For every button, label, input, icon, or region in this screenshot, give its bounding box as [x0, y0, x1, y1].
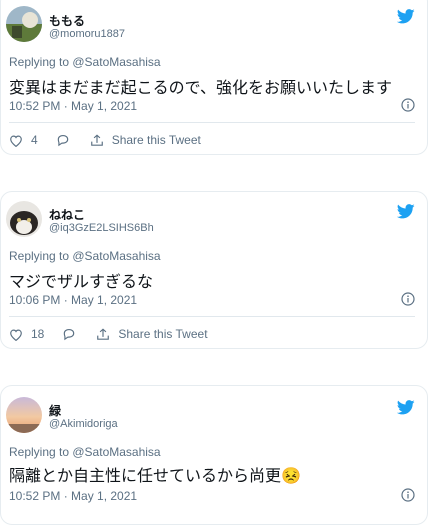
reply-button[interactable]	[56, 134, 70, 147]
divider	[9, 122, 415, 123]
user-handle[interactable]: @iq3GzE2LSIHS6Bh	[49, 222, 154, 234]
share-button[interactable]: Share this Tweet	[96, 327, 208, 341]
share-icon	[97, 327, 110, 340]
reply-icon	[64, 328, 75, 340]
reply-icon	[57, 134, 68, 146]
like-button[interactable]: 4	[9, 133, 38, 147]
replying-to: Replying to @SatoMasahisa	[9, 445, 161, 459]
tweet-card[interactable]: 緑 @Akimidoriga Replying to @SatoMasahisa…	[0, 385, 428, 525]
tweet-timestamp[interactable]: 10:52 PM · May 1, 2021	[9, 99, 137, 113]
tweet-actions: 4 Share this Tweet	[9, 130, 201, 150]
display-name[interactable]: ももる	[49, 12, 85, 29]
tweet-text: 隔離とか自主性に任せているから尚更😣	[9, 468, 301, 485]
twitter-bird-icon[interactable]	[397, 9, 415, 24]
tweet-actions: 18 Share this Tweet	[9, 324, 208, 344]
twitter-bird-icon[interactable]	[397, 204, 415, 219]
divider	[9, 316, 415, 317]
heart-icon	[10, 329, 22, 341]
tweet-timestamp[interactable]: 10:06 PM · May 1, 2021	[9, 293, 137, 307]
replying-to-link[interactable]: @SatoMasahisa	[72, 249, 160, 263]
avatar[interactable]	[6, 6, 42, 42]
reply-button[interactable]	[62, 328, 76, 341]
tweet-text: 変異はまだまだ起こるので、強化をお願いいたします	[9, 80, 393, 97]
like-count: 18	[31, 327, 45, 341]
avatar[interactable]	[6, 201, 42, 237]
replying-to-link[interactable]: @SatoMasahisa	[72, 445, 160, 459]
tweet-timestamp[interactable]: 10:52 PM · May 1, 2021	[9, 489, 137, 503]
tweet-card[interactable]: ねねこ @iq3GzE2LSIHS6Bh Replying to @SatoMa…	[0, 191, 428, 349]
tweet-text: マジでザルすぎるな	[9, 274, 154, 291]
display-name[interactable]: 緑	[49, 402, 61, 419]
display-name[interactable]: ねねこ	[49, 206, 85, 223]
user-handle[interactable]: @Akimidoriga	[49, 418, 118, 430]
like-count: 4	[31, 133, 38, 147]
replying-to: Replying to @SatoMasahisa	[9, 55, 161, 69]
replying-to-link[interactable]: @SatoMasahisa	[72, 55, 160, 69]
share-icon	[90, 133, 103, 146]
info-icon[interactable]	[401, 292, 415, 306]
info-icon[interactable]	[401, 98, 415, 112]
replying-to: Replying to @SatoMasahisa	[9, 249, 161, 263]
twitter-bird-icon[interactable]	[397, 400, 415, 415]
replying-prefix: Replying to	[9, 249, 73, 263]
tweet-card[interactable]: ももる @momoru1887 Replying to @SatoMasahis…	[0, 0, 428, 155]
replying-prefix: Replying to	[9, 445, 73, 459]
heart-icon	[10, 135, 22, 147]
like-button[interactable]: 18	[9, 327, 44, 341]
share-label: Share this Tweet	[111, 133, 201, 147]
replying-prefix: Replying to	[9, 55, 73, 69]
share-button[interactable]: Share this Tweet	[90, 133, 201, 147]
share-label: Share this Tweet	[118, 327, 208, 341]
info-icon[interactable]	[401, 488, 415, 502]
user-handle[interactable]: @momoru1887	[49, 28, 125, 40]
avatar[interactable]	[6, 397, 42, 433]
